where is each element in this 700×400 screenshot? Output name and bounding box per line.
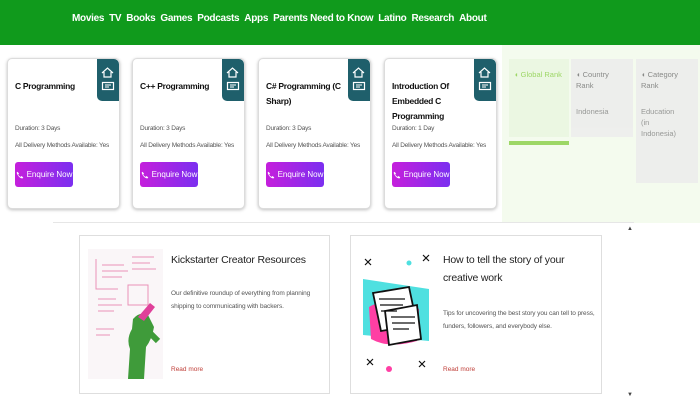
resource-description: Tips for uncovering the best story you c… bbox=[443, 310, 595, 330]
enquire-now-label: Enquire Now bbox=[403, 170, 450, 179]
global-rank-label: ◖ Global Rank bbox=[514, 70, 562, 79]
top-nav: Movies TV Books Games Podcasts Apps Pare… bbox=[0, 0, 700, 45]
course-corner-badge bbox=[222, 59, 244, 101]
home-icon bbox=[352, 67, 365, 78]
whiteboard-drawing-image bbox=[88, 249, 163, 379]
enquire-now-button[interactable]: Enquire Now bbox=[140, 162, 198, 187]
active-tab-indicator bbox=[509, 141, 569, 145]
course-duration: Duration: 3 Days bbox=[15, 125, 61, 132]
global-rank-tab[interactable]: ◖ Global Rank bbox=[509, 59, 569, 145]
ellipse-icon: ◖ bbox=[641, 70, 648, 79]
course-delivery: All Delivery Methods Available: Yes bbox=[392, 142, 487, 149]
course-title: C Programming bbox=[15, 81, 75, 91]
enquire-now-button[interactable]: Enquire Now bbox=[392, 162, 450, 187]
resource-card[interactable]: Kickstarter Creator Resources Our defini… bbox=[79, 235, 330, 394]
course-card[interactable]: C# Programming (C Sharp) Duration: 3 Day… bbox=[258, 58, 371, 209]
phone-icon bbox=[16, 171, 23, 178]
ellipse-icon: ◖ bbox=[514, 70, 521, 79]
course-card[interactable]: C++ Programming Duration: 3 Days All Del… bbox=[132, 58, 245, 209]
course-delivery: All Delivery Methods Available: Yes bbox=[266, 142, 361, 149]
enquire-now-label: Enquire Now bbox=[26, 170, 73, 179]
home-icon bbox=[478, 67, 491, 78]
scroll-down-arrow-icon[interactable]: ▼ bbox=[627, 392, 633, 398]
country-rank-label: ◖ Country Rank bbox=[576, 70, 609, 90]
home-icon bbox=[101, 67, 114, 78]
story-documents-illustration bbox=[359, 249, 434, 379]
rank-panel: ◖ Global Rank ◖ Country Rank Indonesia ◖… bbox=[502, 45, 700, 223]
nav-link-movies[interactable]: Movies bbox=[72, 13, 104, 24]
course-duration: Duration: 3 Days bbox=[266, 125, 312, 132]
enquire-now-button[interactable]: Enquire Now bbox=[266, 162, 324, 187]
category-rank-tab[interactable]: ◖ Category Rank Education (in Indonesia) bbox=[636, 59, 698, 183]
enquire-now-label: Enquire Now bbox=[277, 170, 324, 179]
country-rank-value: Indonesia bbox=[576, 107, 609, 116]
read-more-link[interactable]: Read more bbox=[443, 366, 475, 373]
laptop-book-icon bbox=[478, 81, 492, 91]
nav-link-about[interactable]: About bbox=[459, 13, 487, 24]
course-title: C++ Programming bbox=[140, 81, 210, 91]
scroll-up-arrow-icon[interactable]: ▲ bbox=[627, 226, 633, 232]
course-title: Introduction Of Embedded C Programming bbox=[392, 81, 449, 121]
course-corner-badge bbox=[348, 59, 370, 101]
course-duration: Duration: 1 Day bbox=[392, 125, 435, 132]
enquire-now-button[interactable]: Enquire Now bbox=[15, 162, 73, 187]
resource-card[interactable]: How to tell the story of your creative w… bbox=[350, 235, 602, 394]
laptop-book-icon bbox=[352, 81, 366, 91]
resource-title[interactable]: Kickstarter Creator Resources bbox=[171, 251, 323, 269]
nav-links: Movies TV Books Games Podcasts Apps Pare… bbox=[72, 13, 487, 24]
course-delivery: All Delivery Methods Available: Yes bbox=[15, 142, 110, 149]
nav-link-podcasts[interactable]: Podcasts bbox=[197, 13, 239, 24]
laptop-book-icon bbox=[101, 81, 115, 91]
home-icon bbox=[226, 67, 239, 78]
resource-title[interactable]: How to tell the story of your creative w… bbox=[443, 251, 598, 287]
category-rank-value: Education (in Indonesia) bbox=[641, 107, 677, 138]
course-delivery: All Delivery Methods Available: Yes bbox=[140, 142, 235, 149]
resource-description: Our definitive roundup of everything fro… bbox=[171, 290, 311, 310]
phone-icon bbox=[141, 171, 148, 178]
phone-icon bbox=[267, 171, 274, 178]
section-divider bbox=[53, 222, 634, 223]
nav-link-tv[interactable]: TV bbox=[109, 13, 121, 24]
course-corner-badge bbox=[97, 59, 119, 101]
course-card[interactable]: Introduction Of Embedded C Programming D… bbox=[384, 58, 497, 209]
nav-link-latino[interactable]: Latino bbox=[378, 13, 407, 24]
nav-link-games[interactable]: Games bbox=[160, 13, 192, 24]
laptop-book-icon bbox=[226, 81, 240, 91]
phone-icon bbox=[393, 171, 400, 178]
enquire-now-label: Enquire Now bbox=[151, 170, 198, 179]
nav-link-parents[interactable]: Parents Need to Know bbox=[273, 13, 373, 24]
category-rank-label: ◖ Category Rank bbox=[641, 70, 679, 90]
course-corner-badge bbox=[474, 59, 496, 101]
country-rank-tab[interactable]: ◖ Country Rank Indonesia bbox=[571, 59, 633, 137]
course-duration: Duration: 3 Days bbox=[140, 125, 186, 132]
read-more-link[interactable]: Read more bbox=[171, 366, 203, 373]
nav-link-books[interactable]: Books bbox=[126, 13, 155, 24]
nav-link-research[interactable]: Research bbox=[411, 13, 454, 24]
ellipse-icon: ◖ bbox=[576, 70, 583, 79]
course-card[interactable]: C Programming Duration: 3 Days All Deliv… bbox=[7, 58, 120, 209]
course-title: C# Programming (C Sharp) bbox=[266, 81, 341, 106]
nav-link-apps[interactable]: Apps bbox=[244, 13, 268, 24]
